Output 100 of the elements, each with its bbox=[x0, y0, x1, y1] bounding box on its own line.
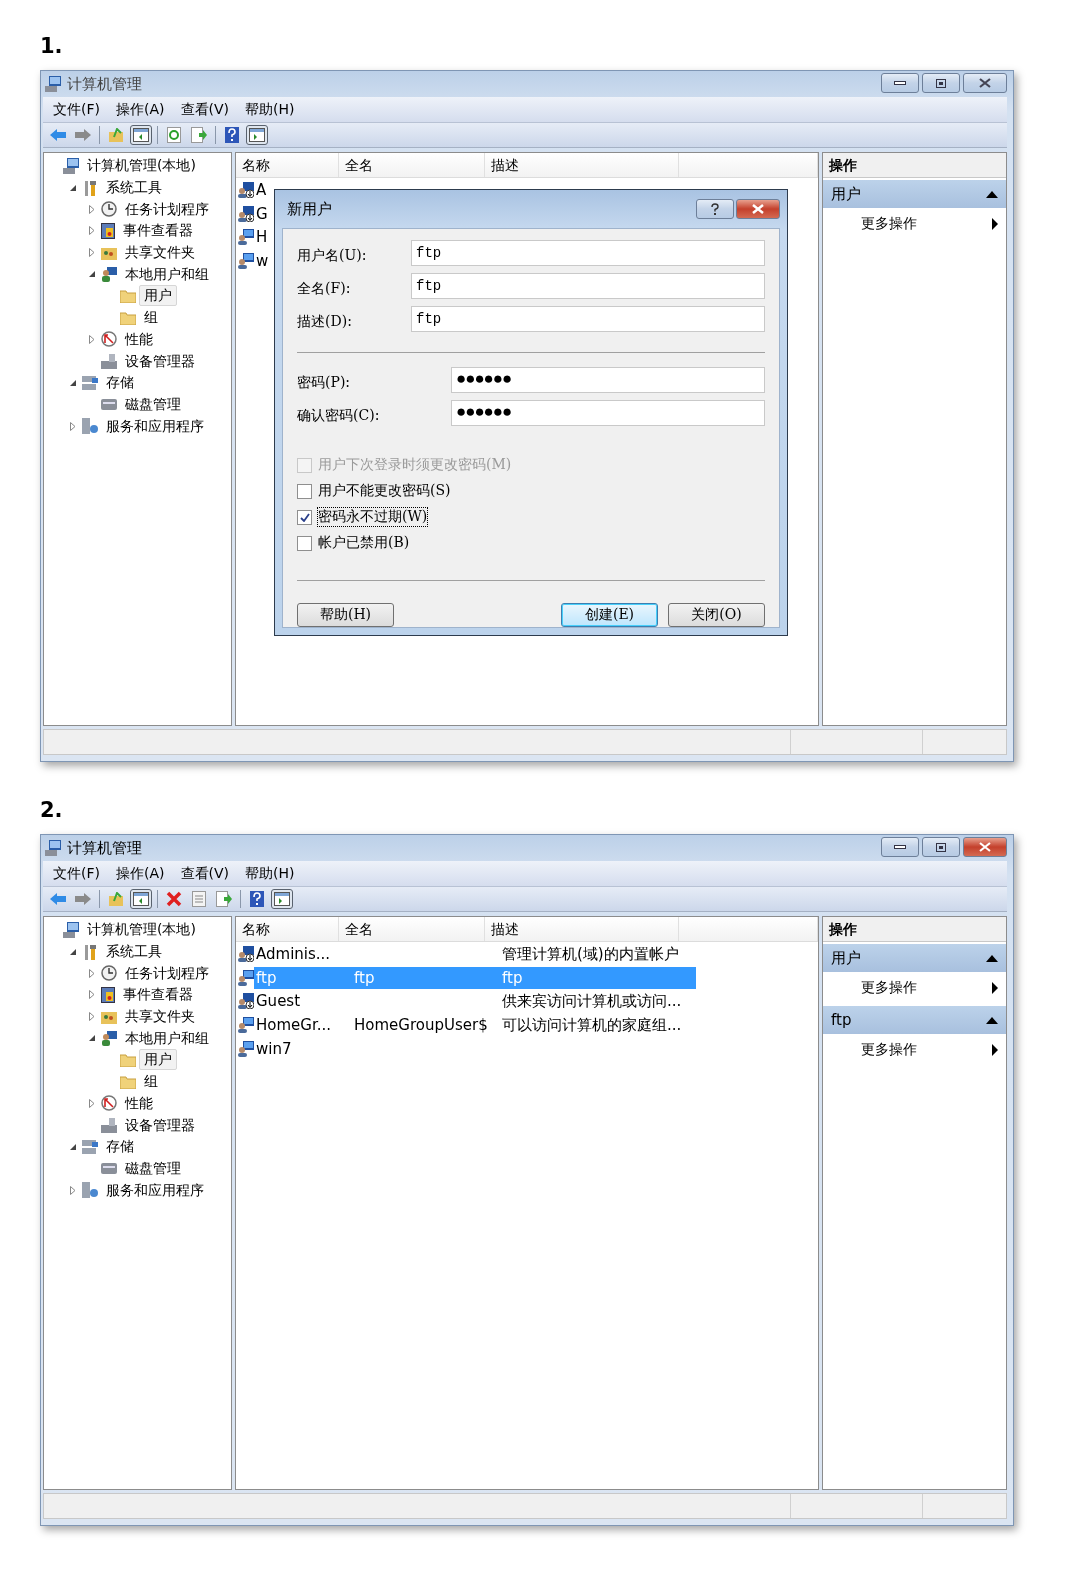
tree-item[interactable]: 磁盘管理 bbox=[120, 1157, 186, 1179]
tree-item[interactable]: 共享文件夹 bbox=[120, 242, 200, 264]
expand-icon[interactable] bbox=[89, 968, 95, 978]
action-group-header[interactable]: ftp bbox=[823, 1006, 1006, 1034]
tree-item[interactable]: 计算机管理(本地) bbox=[82, 919, 201, 941]
toolbar-button[interactable] bbox=[188, 125, 210, 145]
action-group-header[interactable]: 用户 bbox=[823, 944, 1006, 972]
close-icon bbox=[979, 842, 991, 852]
expand-icon[interactable] bbox=[89, 334, 95, 344]
collapse-icon[interactable] bbox=[89, 1035, 95, 1042]
export-list-icon bbox=[216, 891, 232, 907]
expand-icon[interactable] bbox=[89, 248, 95, 258]
user-name-cell[interactable]: HomeGr... bbox=[254, 1014, 352, 1037]
checkbox[interactable] bbox=[297, 483, 312, 499]
full-name-cell: ftp bbox=[352, 966, 500, 989]
input-field[interactable]: ftp bbox=[411, 305, 765, 332]
menu-item[interactable]: 查看(V) bbox=[180, 864, 229, 883]
tree-item[interactable]: 组 bbox=[139, 307, 163, 329]
collapse-icon[interactable] bbox=[70, 948, 76, 955]
input-field[interactable]: ftp bbox=[411, 272, 765, 299]
collapse-icon[interactable] bbox=[70, 379, 76, 386]
expand-icon[interactable] bbox=[70, 421, 76, 431]
tree-item[interactable]: 本地用户和组 bbox=[120, 263, 214, 285]
tree-item[interactable]: 计算机管理(本地) bbox=[82, 155, 201, 177]
column-header[interactable]: 名称 bbox=[236, 153, 339, 177]
toolbar-button[interactable] bbox=[130, 889, 152, 909]
checkbox[interactable] bbox=[297, 535, 312, 551]
action-item[interactable]: 更多操作 bbox=[823, 972, 1006, 1004]
column-header[interactable]: 描述 bbox=[485, 917, 680, 941]
password-field[interactable]: ●●●●●● bbox=[451, 366, 765, 393]
toolbar-button[interactable] bbox=[246, 125, 268, 145]
tree-item[interactable]: 本地用户和组 bbox=[120, 1027, 214, 1049]
column-header[interactable]: 全名 bbox=[338, 153, 486, 177]
user-name-cell[interactable]: Guest bbox=[254, 990, 352, 1013]
help-button[interactable] bbox=[696, 199, 734, 219]
tree-item[interactable]: 存储 bbox=[101, 372, 139, 394]
collapse-icon[interactable] bbox=[70, 1143, 76, 1150]
action-group-header[interactable]: 用户 bbox=[823, 180, 1006, 208]
expand-icon[interactable] bbox=[89, 204, 95, 214]
action-item[interactable]: 更多操作 bbox=[823, 208, 1006, 240]
menu-item[interactable]: 帮助(H) bbox=[245, 100, 295, 119]
minimize-button[interactable] bbox=[881, 73, 919, 93]
column-header[interactable]: 名称 bbox=[236, 917, 339, 941]
tree-item[interactable]: 服务和应用程序 bbox=[101, 415, 209, 437]
expand-icon[interactable] bbox=[89, 1012, 95, 1022]
expand-icon[interactable] bbox=[70, 1185, 76, 1195]
expand-icon[interactable] bbox=[89, 1098, 95, 1108]
collapse-icon[interactable] bbox=[89, 271, 95, 278]
menu-item[interactable]: 操作(A) bbox=[116, 864, 165, 883]
dialog-button[interactable]: 帮助(H) bbox=[297, 603, 394, 627]
dialog-button[interactable]: 创建(E) bbox=[561, 603, 658, 627]
tree-item[interactable]: 组 bbox=[139, 1071, 163, 1093]
toolbar-button[interactable] bbox=[271, 889, 293, 909]
menu-item[interactable]: 文件(F) bbox=[53, 864, 100, 883]
user-name-cell[interactable]: win7 bbox=[254, 1038, 352, 1061]
maximize-button[interactable] bbox=[922, 73, 960, 93]
menu-item[interactable]: 帮助(H) bbox=[245, 864, 295, 883]
expand-icon[interactable] bbox=[89, 226, 95, 236]
toolbar-button[interactable] bbox=[213, 889, 235, 909]
tree-item[interactable]: 性能 bbox=[120, 328, 158, 350]
folder-up-icon bbox=[108, 892, 124, 906]
tree-item[interactable]: 性能 bbox=[120, 1092, 158, 1114]
field-label: 全名(F): bbox=[297, 279, 352, 298]
menu-item[interactable]: 文件(F) bbox=[53, 100, 100, 119]
user-name-cell[interactable]: Adminis... bbox=[254, 942, 352, 965]
folder-up-icon bbox=[108, 128, 124, 142]
action-label: 更多操作 bbox=[861, 215, 917, 233]
tree-item[interactable]: 用户 bbox=[139, 1049, 177, 1071]
tree-item[interactable]: 存储 bbox=[101, 1136, 139, 1158]
checkbox[interactable] bbox=[297, 509, 312, 525]
field-label: 描述(D): bbox=[297, 312, 353, 331]
tree-item[interactable]: 共享文件夹 bbox=[120, 1006, 200, 1028]
tree-item[interactable]: 系统工具 bbox=[101, 941, 167, 963]
tree-item[interactable]: 服务和应用程序 bbox=[101, 1179, 209, 1201]
minimize-button[interactable] bbox=[881, 837, 919, 857]
tree-item[interactable]: 事件查看器 bbox=[118, 220, 198, 242]
column-header[interactable]: 描述 bbox=[485, 153, 680, 177]
tree-item[interactable]: 用户 bbox=[139, 285, 177, 307]
close-button[interactable] bbox=[963, 837, 1007, 857]
tree-item[interactable]: 磁盘管理 bbox=[120, 393, 186, 415]
expand-icon[interactable] bbox=[89, 990, 95, 1000]
menu-item[interactable]: 查看(V) bbox=[180, 100, 229, 119]
tree-item[interactable]: 事件查看器 bbox=[118, 984, 198, 1006]
input-field[interactable]: ftp bbox=[411, 239, 765, 266]
password-field[interactable]: ●●●●●● bbox=[451, 399, 765, 426]
close-button[interactable] bbox=[736, 199, 780, 219]
column-header[interactable]: 全名 bbox=[338, 917, 486, 941]
tree-item[interactable]: 任务计划程序 bbox=[120, 962, 214, 984]
help-icon bbox=[250, 891, 264, 907]
tree-item[interactable]: 任务计划程序 bbox=[120, 198, 214, 220]
tree-item[interactable]: 系统工具 bbox=[101, 177, 167, 199]
tree-item[interactable]: 设备管理器 bbox=[120, 1114, 200, 1136]
menu-item[interactable]: 操作(A) bbox=[116, 100, 165, 119]
tree-item[interactable]: 设备管理器 bbox=[120, 350, 200, 372]
collapse-icon[interactable] bbox=[70, 184, 76, 191]
dialog-button[interactable]: 关闭(O) bbox=[668, 603, 765, 627]
close-button[interactable] bbox=[963, 73, 1007, 93]
maximize-button[interactable] bbox=[922, 837, 960, 857]
toolbar-button[interactable] bbox=[130, 125, 152, 145]
action-item[interactable]: 更多操作 bbox=[823, 1034, 1006, 1066]
